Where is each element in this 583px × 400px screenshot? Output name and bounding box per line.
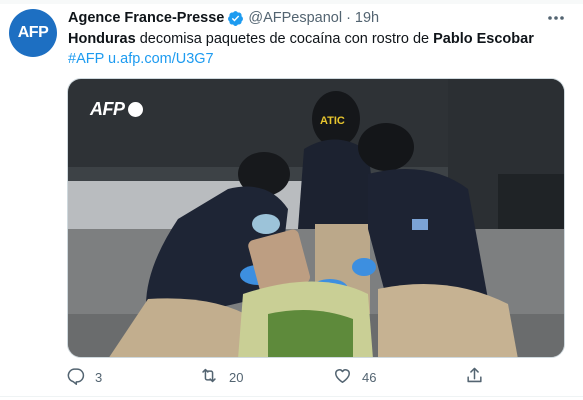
text-body: decomisa paquetes de cocaína con rostro …	[135, 31, 434, 47]
tweet-divider	[0, 396, 583, 397]
verified-badge-icon	[227, 10, 244, 27]
author-name[interactable]: Agence France-Presse	[68, 10, 224, 26]
like-count: 46	[362, 369, 377, 385]
more-dots-icon[interactable]	[546, 10, 566, 26]
url-link[interactable]: u.afp.com/U3G7	[108, 51, 214, 67]
tweet[interactable]: AFP Agence France-Presse @AFPespanol · 1…	[0, 0, 583, 400]
reply-icon	[66, 366, 85, 388]
separator-dot: ·	[346, 10, 351, 26]
media-afp-watermark-text: AFP	[90, 99, 125, 119]
tweet-text: Honduras decomisa paquetes de cocaína co…	[68, 30, 573, 49]
media-photo: ATIC	[68, 79, 564, 357]
reply-button[interactable]: 3	[66, 366, 102, 388]
share-button[interactable]	[465, 366, 484, 388]
like-button[interactable]: 46	[333, 366, 376, 388]
timestamp[interactable]: 19h	[355, 10, 379, 26]
retweet-count: 20	[229, 369, 244, 385]
tweet-header: Agence France-Presse @AFPespanol · 19h	[68, 8, 379, 28]
share-icon	[465, 366, 484, 388]
text-bold-escobar: Pablo Escobar	[433, 31, 534, 47]
text-bold-honduras: Honduras	[68, 31, 136, 47]
avatar[interactable]: AFP	[9, 9, 57, 57]
hashtag-link[interactable]: #AFP	[68, 51, 104, 67]
media-afp-dot	[127, 102, 143, 117]
retweet-button[interactable]: 20	[199, 366, 243, 388]
media-afp-watermark: AFP	[90, 99, 143, 120]
retweet-icon	[199, 366, 219, 388]
avatar-logo-text: AFP	[17, 24, 49, 41]
reply-count: 3	[95, 369, 103, 385]
tweet-media-image[interactable]: ATIC AFP	[67, 78, 565, 358]
media-badge-text: ATIC	[320, 115, 345, 127]
tweet-actions: 3 20 46	[66, 366, 496, 388]
author-handle[interactable]: @AFPespanol	[248, 10, 342, 26]
heart-icon	[333, 366, 352, 388]
tweet-links: #AFP u.afp.com/U3G7	[68, 50, 214, 69]
